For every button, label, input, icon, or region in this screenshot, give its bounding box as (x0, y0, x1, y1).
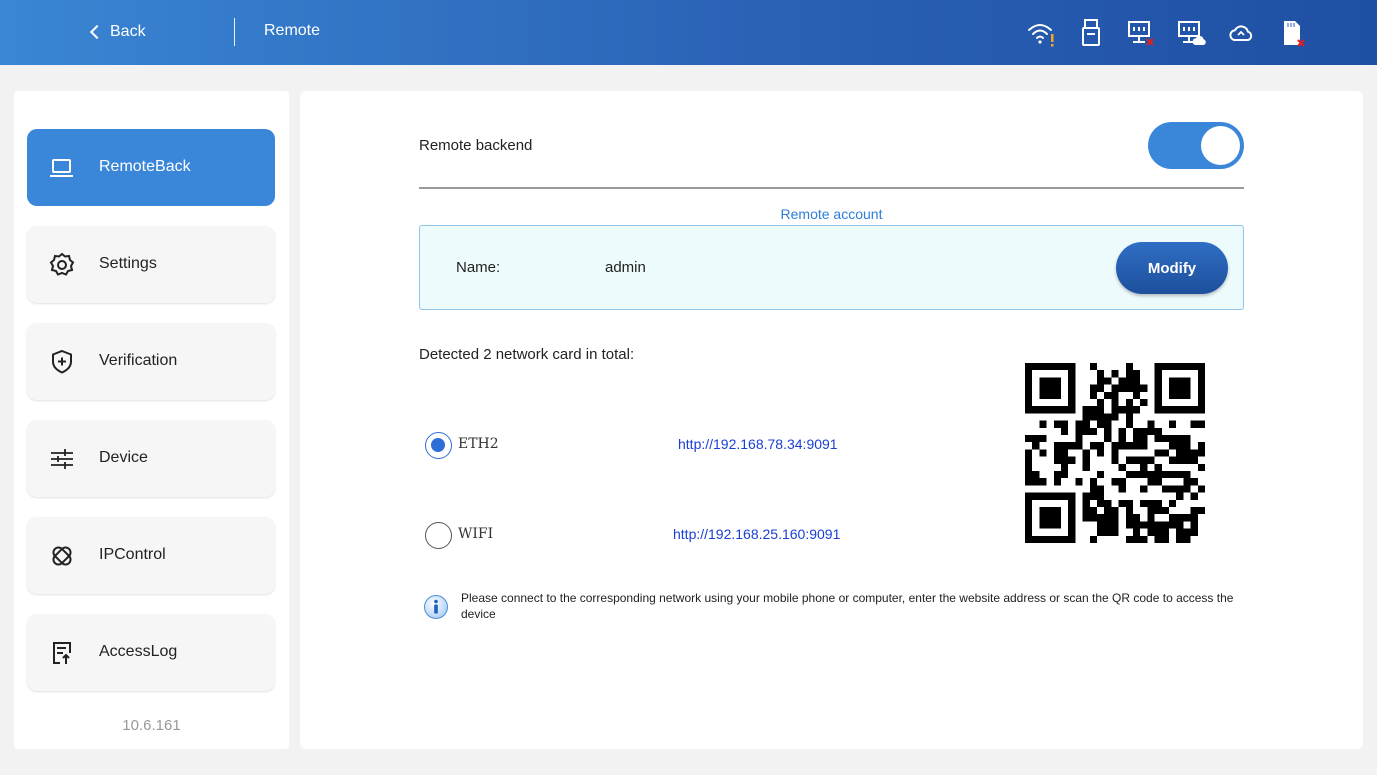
top-bar: Back Remote (0, 0, 1377, 65)
info-icon (423, 594, 449, 620)
gear-icon (49, 252, 75, 278)
toggle-knob (1201, 126, 1240, 165)
usb-drive-icon (1075, 18, 1107, 48)
network-url-wifi[interactable]: http://192.168.25.160:9091 (673, 526, 840, 542)
header-divider (234, 18, 235, 46)
shield-plus-icon (49, 349, 75, 375)
sidebar-item-label: Device (99, 449, 148, 466)
link-icon (49, 543, 75, 569)
sidebar-item-remoteback[interactable]: RemoteBack (27, 129, 275, 206)
network-disconnected-icon (1125, 18, 1157, 48)
back-label: Back (110, 23, 146, 40)
chevron-left-icon (89, 24, 105, 40)
info-text: Please connect to the corresponding netw… (461, 591, 1234, 621)
sidebar-item-label: AccessLog (99, 643, 178, 660)
network-cloud-icon (1175, 18, 1207, 48)
divider (419, 187, 1244, 189)
sidebar-item-ipcontrol[interactable]: IPControl (27, 517, 275, 594)
network-name: WIFI (458, 526, 494, 542)
laptop-icon (49, 155, 75, 181)
sidebar-item-label: Settings (99, 255, 157, 272)
detected-network-text: Detected 2 network card in total: (419, 346, 635, 363)
sidebar-item-settings[interactable]: Settings (27, 226, 275, 303)
cloud-icon (1225, 18, 1257, 48)
radio-wifi[interactable] (425, 521, 452, 549)
status-icons (1025, 18, 1307, 48)
name-value: admin (605, 259, 646, 276)
network-url-eth2[interactable]: http://192.168.78.34:9091 (678, 436, 838, 452)
sidebar-item-label: IPControl (99, 546, 166, 563)
wifi-warning-icon (1025, 18, 1057, 48)
sliders-icon (49, 446, 75, 472)
sidebar-item-verification[interactable]: Verification (27, 323, 275, 400)
back-button[interactable]: Back (88, 20, 146, 44)
network-name: ETH2 (458, 436, 499, 452)
version-label: 10.6.161 (122, 717, 181, 734)
radio-eth2[interactable] (425, 431, 452, 459)
sidebar-item-device[interactable]: Device (27, 420, 275, 497)
log-document-icon (49, 640, 75, 666)
qr-code (1025, 363, 1205, 543)
sidebar-item-accesslog[interactable]: AccessLog (27, 614, 275, 691)
remote-account-box: Name: admin Modify (419, 225, 1244, 310)
main-panel: Remote backend Remote account Name: admi… (300, 91, 1363, 749)
remote-account-title: Remote account (780, 206, 883, 222)
name-label: Name: (456, 259, 501, 276)
sidebar: RemoteBack Settings Verification Device (14, 91, 289, 749)
sd-card-error-icon (1275, 18, 1307, 48)
page-title: Remote (264, 22, 321, 39)
network-option-wifi[interactable]: WIFI (425, 521, 493, 549)
remote-backend-toggle[interactable] (1148, 122, 1244, 169)
sidebar-item-label: RemoteBack (99, 158, 191, 175)
remote-backend-label: Remote backend (419, 137, 533, 154)
modify-button[interactable]: Modify (1116, 242, 1228, 294)
network-option-eth2[interactable]: ETH2 (425, 431, 499, 459)
sidebar-item-label: Verification (99, 352, 178, 369)
